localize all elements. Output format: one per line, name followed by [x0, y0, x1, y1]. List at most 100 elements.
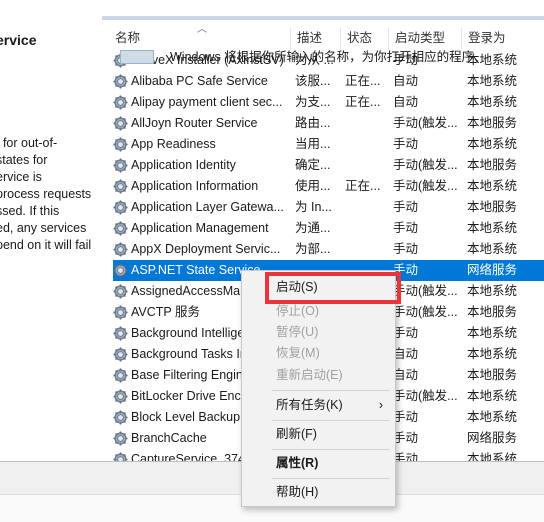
menu-separator [272, 449, 390, 450]
service-startup-type: 手动 [393, 431, 419, 445]
service-status [345, 155, 391, 176]
context-menu: 启动(S) 停止(O) 暂停(U) 恢复(M) 重新启动(E) 所有任务(K) … [241, 270, 396, 507]
service-description-cell: 为通... [295, 221, 331, 235]
service-gear-icon [113, 200, 128, 215]
service-gear-icon [113, 284, 128, 299]
service-name: Application Layer Gatewa... [131, 200, 284, 214]
description-line: ervice is [0, 170, 42, 184]
menu-separator [272, 390, 390, 391]
service-row[interactable]: Application Layer Gatewa... 为 In... 手动 本地服务 [103, 197, 544, 218]
service-description: t for out-of- states for ervice is proce… [0, 135, 103, 254]
service-gear-icon [113, 263, 128, 278]
service-description-cell: 为部... [295, 242, 331, 256]
service-logon-as: 本地系统 [467, 326, 518, 340]
service-gear-icon [113, 242, 128, 257]
service-logon-as: 本地系统 [467, 284, 518, 298]
service-gear-icon [113, 410, 128, 425]
service-startup-type: 手动 [393, 200, 419, 214]
menu-item-all-tasks-label: 所有任务(K) [276, 398, 343, 412]
service-description-cell: 该服... [295, 74, 331, 88]
service-row[interactable]: Application Management 为通... 手动 本地系统 [103, 218, 544, 239]
service-gear-icon [113, 116, 128, 131]
service-startup-type: 手动(触发... [393, 305, 458, 319]
description-line: t for out-of- [0, 136, 58, 150]
service-row[interactable]: App Readiness 当用... 手动 本地系统 [103, 134, 544, 155]
menu-item-restart[interactable]: 重新启动(E) [242, 365, 395, 386]
service-name: Alibaba PC Safe Service [131, 74, 268, 88]
submenu-arrow-icon: › [378, 398, 383, 412]
service-startup-type: 手动 [393, 242, 419, 256]
service-status: 正在... [345, 95, 381, 109]
service-status [345, 134, 391, 155]
service-logon-as: 本地系统 [467, 347, 518, 361]
window-top-band [0, 0, 544, 20]
service-description-cell: 确定... [295, 158, 331, 172]
service-startup-type: 自动 [393, 347, 419, 361]
service-row[interactable]: Application Identity 确定... 手动(触发... 本地服务 [103, 155, 544, 176]
menu-item-stop[interactable]: 停止(O) [242, 301, 395, 322]
service-startup-type: 手动(触发... [393, 179, 458, 193]
service-gear-icon [113, 179, 128, 194]
service-startup-type: 手动(触发... [393, 284, 458, 298]
service-row[interactable]: Application Information 使用... 正在... 手动(触发..… [103, 176, 544, 197]
service-description-cell: 使用... [295, 179, 331, 193]
service-gear-icon [113, 221, 128, 236]
service-row[interactable]: AllJoyn Router Service 路由... 手动(触发... 本地服务 [103, 113, 544, 134]
service-name: AllJoyn Router Service [131, 116, 258, 130]
service-logon-as: 本地系统 [467, 74, 518, 88]
description-line: states for [0, 153, 48, 167]
service-description-cell: 为支... [295, 95, 331, 109]
service-name: Application Information [131, 179, 259, 193]
service-status [345, 239, 391, 260]
service-gear-icon [113, 74, 128, 89]
service-logon-as: 网络服务 [467, 263, 518, 277]
menu-separator [272, 420, 390, 421]
service-row[interactable]: AppX Deployment Servic... 为部... 手动 本地系统 [103, 239, 544, 260]
service-name: Alipay payment client sec... [131, 95, 283, 109]
service-logon-as: 本地系统 [467, 452, 518, 461]
service-logon-as: 本地系统 [467, 137, 518, 151]
service-row[interactable]: Alibaba PC Safe Service 该服... 正在... 自动 本地系统 [103, 71, 544, 92]
service-logon-as: 本地服务 [467, 158, 518, 172]
service-startup-type: 手动 [393, 137, 419, 151]
run-dialog-icon [120, 50, 154, 64]
description-line: pend on it will fail [0, 238, 92, 252]
service-status [345, 113, 391, 134]
service-logon-as: 本地系统 [467, 221, 518, 235]
service-startup-type: 手动 [393, 410, 419, 424]
service-status: 正在... [345, 179, 381, 193]
service-gear-icon [113, 137, 128, 152]
service-gear-icon [113, 158, 128, 173]
service-logon-as: 本地系统 [467, 242, 518, 256]
description-line: process requests [0, 187, 92, 201]
service-gear-icon [113, 389, 128, 404]
service-logon-as: 本地服务 [467, 305, 518, 319]
menu-item-pause[interactable]: 暂停(U) [242, 322, 395, 343]
service-title: ervice [0, 32, 37, 48]
service-logon-as: 本地服务 [467, 116, 518, 130]
service-name: Application Management [131, 221, 269, 235]
service-logon-as: 本地系统 [467, 95, 518, 109]
service-logon-as: 本地服务 [467, 368, 518, 382]
menu-item-properties[interactable]: 属性(R) [242, 453, 395, 474]
service-startup-type: 自动 [393, 368, 419, 382]
service-logon-as: 本地服务 [467, 200, 518, 214]
service-startup-type: 手动 [393, 221, 419, 235]
menu-item-all-tasks[interactable]: 所有任务(K) › [242, 395, 395, 416]
service-name: App Readiness [131, 137, 216, 151]
service-description-cell: 为 In... [295, 200, 332, 214]
service-description-pane: ervice t for out-of- states for ervice i… [0, 20, 103, 461]
menu-item-resume[interactable]: 恢复(M) [242, 343, 395, 364]
service-startup-type: 手动(触发... [393, 158, 458, 172]
service-gear-icon [113, 347, 128, 362]
service-row[interactable]: Alipay payment client sec... 为支... 正在... 自动… [103, 92, 544, 113]
service-description-cell: 当用... [295, 137, 331, 151]
menu-item-refresh[interactable]: 刷新(F) [242, 424, 395, 445]
service-status [345, 197, 391, 218]
service-startup-type: 自动 [393, 74, 419, 88]
menu-item-help[interactable]: 帮助(H) [242, 482, 395, 503]
service-status [345, 218, 391, 239]
description-line: ssed. If this [0, 204, 60, 218]
service-logon-as: 本地系统 [467, 410, 518, 424]
service-startup-type: 手动 [393, 326, 419, 340]
